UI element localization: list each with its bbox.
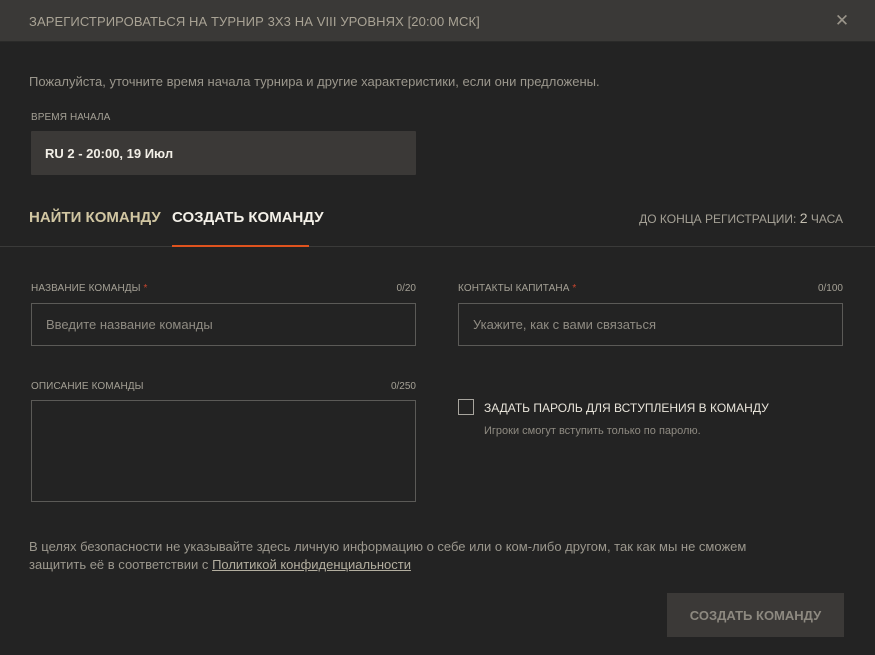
dialog-header: ЗАРЕГИСТРИРОВАТЬСЯ НА ТУРНИР 3Х3 НА VIII… <box>0 0 875 42</box>
team-name-label: НАЗВАНИЕ КОМАНДЫ * <box>31 283 148 294</box>
deadline-number: 2 <box>799 210 808 226</box>
team-name-label-text: НАЗВАНИЕ КОМАНДЫ <box>31 283 141 294</box>
team-description-label: ОПИСАНИЕ КОМАНДЫ <box>31 381 144 392</box>
start-time-label: ВРЕМЯ НАЧАЛА <box>31 112 111 123</box>
captain-contacts-counter: 0/100 <box>817 283 843 294</box>
intro-text: Пожалуйста, уточните время начала турнир… <box>29 74 600 89</box>
team-description-textarea[interactable] <box>31 400 416 502</box>
team-name-counter: 0/20 <box>396 283 416 294</box>
privacy-policy-link[interactable]: Политикой конфиденциальности <box>212 557 411 572</box>
start-time-value: RU 2 - 20:00, 19 Июл <box>45 146 174 161</box>
captain-contacts-label: КОНТАКТЫ КАПИТАНА * <box>458 283 576 294</box>
deadline-prefix: ДО КОНЦА РЕГИСТРАЦИИ: <box>639 212 797 226</box>
close-icon[interactable]: ✕ <box>833 12 851 30</box>
team-description-counter: 0/250 <box>390 381 416 392</box>
privacy-warning: В целях безопасности не указывайте здесь… <box>29 538 799 574</box>
password-checkbox-label[interactable]: ЗАДАТЬ ПАРОЛЬ ДЛЯ ВСТУПЛЕНИЯ В КОМАНДУ <box>484 401 769 415</box>
deadline-unit: ЧАСА <box>810 212 843 226</box>
captain-contacts-label-text: КОНТАКТЫ КАПИТАНА <box>458 283 570 294</box>
tab-create-team[interactable]: СОЗДАТЬ КОМАНДУ <box>172 209 324 226</box>
create-team-button[interactable]: СОЗДАТЬ КОМАНДУ <box>667 593 844 637</box>
start-time-select[interactable]: RU 2 - 20:00, 19 Июл <box>31 131 416 175</box>
registration-deadline: ДО КОНЦА РЕГИСТРАЦИИ: 2 ЧАСА <box>639 210 843 226</box>
required-mark: * <box>572 283 577 294</box>
active-tab-indicator <box>172 245 309 247</box>
password-checkbox[interactable] <box>458 399 474 415</box>
password-hint: Игроки смогут вступить только по паролю. <box>484 425 701 437</box>
tab-find-team[interactable]: НАЙТИ КОМАНДУ <box>29 209 161 226</box>
required-mark: * <box>143 283 148 294</box>
dialog-title: ЗАРЕГИСТРИРОВАТЬСЯ НА ТУРНИР 3Х3 НА VIII… <box>29 14 480 29</box>
tabs-divider <box>0 246 875 247</box>
captain-contacts-input[interactable] <box>458 303 843 346</box>
team-name-input[interactable] <box>31 303 416 346</box>
